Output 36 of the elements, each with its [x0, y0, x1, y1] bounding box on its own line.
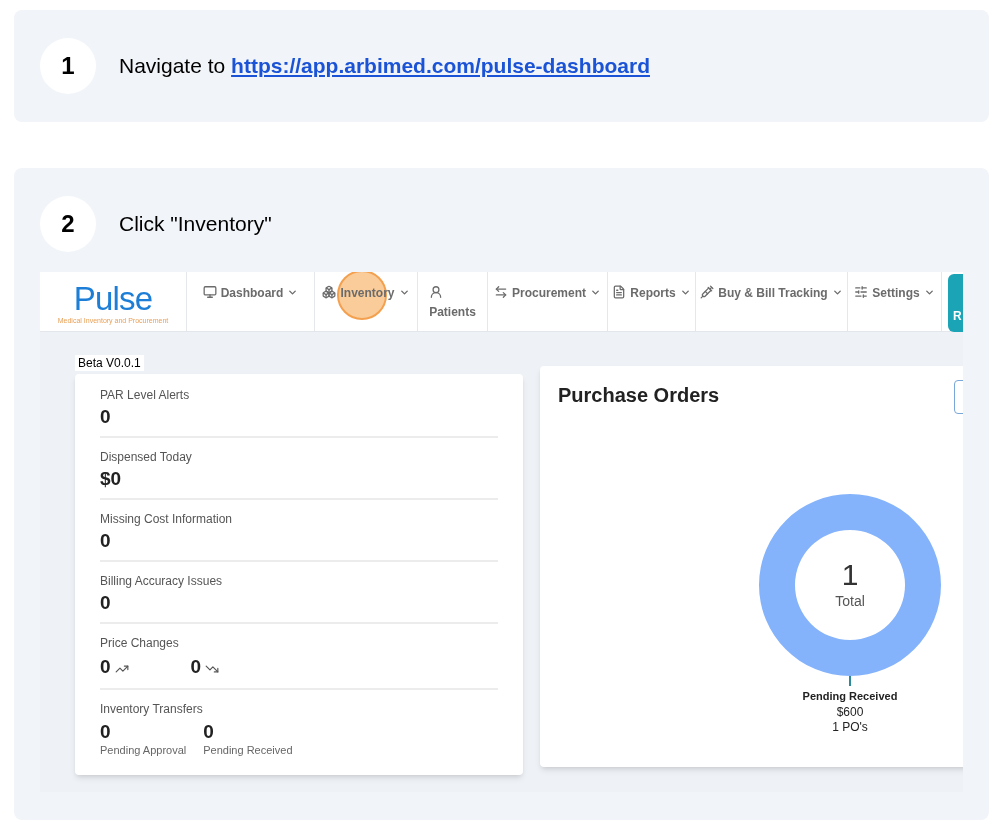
nav-item[interactable]: Reports	[612, 284, 691, 331]
cut-off-button[interactable]: R	[948, 274, 963, 332]
stat-value: 0	[100, 591, 112, 615]
total-value: 1	[841, 558, 859, 591]
slice-label: Pending Received	[802, 689, 898, 704]
step-text: Navigate to https://app.arbimed.com/pulse-dashboard	[119, 53, 650, 80]
dashboard-link[interactable]: https://app.arbimed.com/pulse-dashboard	[231, 54, 650, 78]
stat-value: 0	[100, 405, 112, 429]
slice-amount: $600	[836, 704, 864, 720]
nav-item[interactable]: Settings	[854, 284, 935, 331]
stat-value: 0	[100, 722, 112, 742]
stat-value: 0	[100, 655, 111, 679]
card-title: Purchase Orders	[558, 383, 720, 408]
stat-title: Billing Accuracy Issues	[100, 573, 224, 590]
stat-value: 0	[190, 655, 202, 679]
step-number: 2	[40, 196, 96, 252]
nav-item[interactable]: Patients	[429, 284, 476, 331]
pulse-logo: Pulse	[73, 282, 153, 316]
nav-item[interactable]: Dashboard	[202, 284, 299, 331]
stat-title: PAR Level Alerts	[100, 387, 191, 404]
stat-title: Price Changes	[100, 635, 180, 652]
stat-value: 0	[100, 529, 112, 553]
stat-title: Missing Cost Information	[100, 511, 234, 528]
stat-value: 0	[203, 722, 215, 742]
total-label: Total	[835, 591, 865, 611]
stat-title: Dispensed Today	[100, 449, 193, 466]
stat-value: $0	[100, 467, 123, 491]
stat-caption: Pending Approval	[100, 743, 187, 758]
nav-item[interactable]: Procurement	[494, 284, 601, 331]
nav-item[interactable]: Buy & Bill Tracking	[700, 284, 843, 331]
stat-title: Inventory Transfers	[100, 701, 204, 718]
version-label: Beta V0.0.1	[75, 355, 144, 371]
slice-count: 1 PO's	[832, 719, 868, 735]
stat-caption: Pending Received	[203, 743, 293, 758]
step-number: 1	[40, 38, 96, 94]
step-text: Click "Inventory"	[119, 211, 272, 238]
